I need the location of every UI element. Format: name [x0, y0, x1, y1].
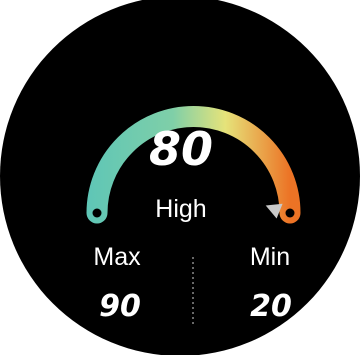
min-label: Min — [249, 243, 291, 271]
max-label: Max — [93, 243, 141, 271]
gauge-end-dot — [285, 208, 295, 218]
max-value: 90 — [99, 289, 141, 324]
gauge-value: 80 — [148, 122, 213, 176]
min-value: 20 — [250, 289, 292, 324]
gauge-level-label: High — [155, 195, 207, 223]
gauge-start-dot — [92, 208, 102, 218]
watch-screen: 80 High Max Min 90 20 — [0, 0, 362, 355]
